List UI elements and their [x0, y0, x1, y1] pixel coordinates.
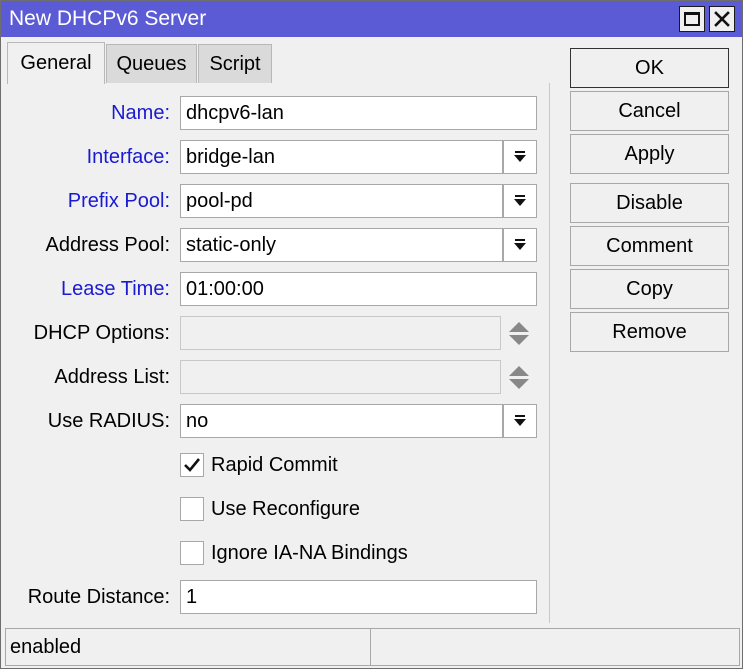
- route-distance-input[interactable]: 1: [180, 580, 537, 614]
- address-pool-value: static-only: [186, 233, 277, 256]
- dropdown-arrow-icon: [514, 151, 526, 162]
- tab-label: General: [20, 52, 92, 74]
- ok-button[interactable]: OK: [570, 48, 729, 88]
- route-distance-value: 1: [186, 585, 198, 608]
- status-text: enabled: [10, 635, 82, 658]
- use-reconfigure-checkbox[interactable]: [180, 497, 204, 521]
- remove-button[interactable]: Remove: [570, 312, 729, 352]
- address-list-spinner[interactable]: [508, 363, 530, 391]
- address-pool-dropdown-button[interactable]: [503, 228, 537, 262]
- dhcp-options-spinner[interactable]: [508, 319, 530, 347]
- copy-label: Copy: [626, 277, 673, 300]
- tab-script[interactable]: Script: [198, 44, 272, 84]
- copy-button[interactable]: Copy: [570, 269, 729, 309]
- title-bar[interactable]: New DHCPv6 Server: [1, 1, 742, 37]
- arrow-down-icon: [509, 334, 529, 345]
- tab-general[interactable]: General: [7, 42, 105, 84]
- interface-dropdown-button[interactable]: [503, 140, 537, 174]
- name-label: Name:: [111, 102, 170, 124]
- dhcpv6-server-window: New DHCPv6 Server Queues Script General …: [0, 0, 743, 669]
- apply-label: Apply: [624, 142, 675, 165]
- use-radius-label: Use RADIUS:: [47, 410, 170, 432]
- route-distance-label: Route Distance:: [27, 586, 170, 608]
- disable-label: Disable: [616, 191, 683, 214]
- ignore-ia-na-bindings-checkbox[interactable]: [180, 541, 204, 565]
- maximize-icon: [684, 12, 700, 26]
- prefix-pool-label: Prefix Pool:: [67, 190, 170, 212]
- arrow-up-icon: [509, 321, 529, 332]
- dhcp-options-input[interactable]: [180, 316, 501, 350]
- address-list-input[interactable]: [180, 360, 501, 394]
- dropdown-arrow-icon: [514, 415, 526, 426]
- maximize-button[interactable]: [679, 6, 705, 32]
- tab-queues[interactable]: Queues: [106, 44, 197, 84]
- prefix-pool-dropdown-button[interactable]: [503, 184, 537, 218]
- arrow-down-icon: [509, 378, 529, 389]
- lease-time-value: 01:00:00: [186, 277, 264, 300]
- interface-select[interactable]: bridge-lan: [180, 140, 503, 174]
- dropdown-arrow-icon: [514, 239, 526, 250]
- address-list-label: Address List:: [54, 366, 170, 388]
- ignore-ia-na-bindings-label: Ignore IA-NA Bindings: [211, 542, 408, 564]
- prefix-pool-value: pool-pd: [186, 189, 253, 212]
- name-value: dhcpv6-lan: [186, 101, 284, 124]
- rapid-commit-label: Rapid Commit: [211, 454, 338, 476]
- dropdown-arrow-icon: [514, 195, 526, 206]
- tab-label: Queues: [116, 53, 187, 75]
- comment-label: Comment: [606, 234, 693, 257]
- use-radius-dropdown-button[interactable]: [503, 404, 537, 438]
- close-button[interactable]: [709, 6, 735, 32]
- address-pool-select[interactable]: static-only: [180, 228, 503, 262]
- status-bar: enabled: [5, 628, 740, 666]
- lease-time-label: Lease Time:: [61, 278, 170, 300]
- prefix-pool-select[interactable]: pool-pd: [180, 184, 503, 218]
- tab-label: Script: [209, 53, 261, 75]
- window-title: New DHCPv6 Server: [9, 7, 207, 30]
- name-input[interactable]: dhcpv6-lan: [180, 96, 537, 130]
- checkmark-icon: [184, 458, 201, 472]
- arrow-up-icon: [509, 365, 529, 376]
- dhcp-options-label: DHCP Options:: [33, 322, 170, 344]
- cancel-label: Cancel: [618, 99, 681, 122]
- disable-button[interactable]: Disable: [570, 183, 729, 223]
- use-radius-value: no: [186, 409, 209, 432]
- comment-button[interactable]: Comment: [570, 226, 729, 266]
- status-cell: enabled: [6, 629, 371, 665]
- cancel-button[interactable]: Cancel: [570, 91, 729, 131]
- remove-label: Remove: [612, 320, 687, 343]
- use-reconfigure-label: Use Reconfigure: [211, 498, 360, 520]
- lease-time-input[interactable]: 01:00:00: [180, 272, 537, 306]
- interface-value: bridge-lan: [186, 145, 275, 168]
- apply-button[interactable]: Apply: [570, 134, 729, 174]
- close-icon: [714, 11, 730, 27]
- address-pool-label: Address Pool:: [45, 234, 170, 256]
- rapid-commit-checkbox[interactable]: [180, 453, 204, 477]
- ok-label: OK: [635, 56, 664, 79]
- use-radius-select[interactable]: no: [180, 404, 503, 438]
- interface-label: Interface:: [86, 146, 170, 168]
